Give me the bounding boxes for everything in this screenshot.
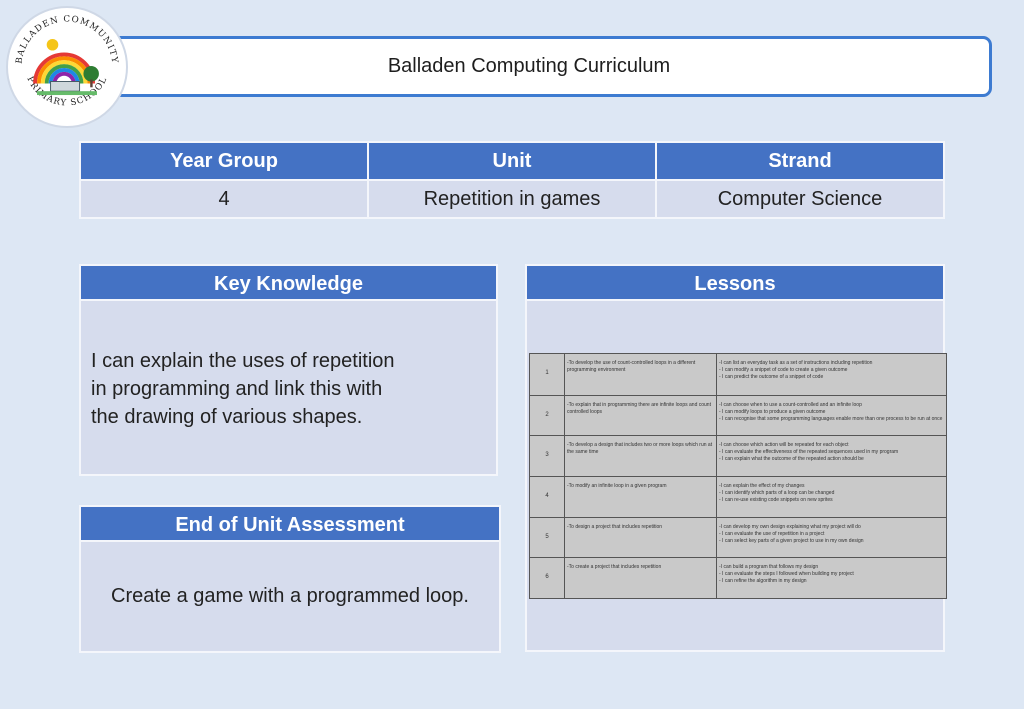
- overview-table: Year Group Unit Strand 4 Repetition in g…: [79, 141, 945, 219]
- lesson-objective: -To design a project that includes repet…: [564, 517, 716, 558]
- lesson-outcomes: -I can explain the effect of my changes …: [716, 477, 946, 517]
- lesson-outcome: -I can list an everyday task as a set of…: [719, 360, 873, 366]
- school-logo-graphic: BALLADEN COMMUNITY PRIMARY SCHOOL: [15, 15, 119, 109]
- lesson-outcome: - I can explain what the outcome of the …: [719, 456, 864, 463]
- header-unit: Unit: [367, 141, 657, 181]
- lesson-outcome: -I can choose which action will be repea…: [719, 442, 849, 449]
- lesson-row: 2 -To explain that in programming there …: [530, 394, 946, 436]
- lesson-row: 4 -To modify an infinite loop in a given…: [530, 476, 946, 517]
- key-knowledge-line: I can explain the uses of repetition: [91, 350, 395, 372]
- lesson-number: 2: [545, 411, 549, 418]
- lesson-row: 5 -To design a project that includes rep…: [530, 516, 946, 558]
- lesson-number: 5: [545, 533, 549, 540]
- lesson-outcome: -I can build a program that follows my d…: [719, 564, 819, 571]
- lessons-heading: Lessons: [525, 264, 945, 301]
- lesson-row: 3 -To develop a design that includes two…: [530, 435, 946, 476]
- assessment-panel: End of Unit Assessment Create a game wit…: [79, 505, 501, 653]
- lessons-table: 1 -To develop the use of count-controlle…: [529, 353, 947, 599]
- lessons-body: 1 -To develop the use of count-controlle…: [525, 301, 947, 652]
- lessons-panel: Lessons 1 -To develop the use of count-c…: [525, 264, 947, 652]
- lesson-outcome: - I can refine the algorithm in my desig…: [719, 578, 807, 585]
- lesson-outcomes: -I can choose which action will be repea…: [716, 436, 946, 476]
- assessment-heading: End of Unit Assessment: [79, 505, 501, 542]
- lesson-objective: -To develop a design that includes two o…: [564, 436, 716, 476]
- header-strand: Strand: [655, 141, 945, 181]
- lesson-outcomes: -I can develop my own design explaining …: [716, 517, 946, 558]
- year-group-value: 4: [79, 179, 369, 219]
- lesson-number: 3: [545, 452, 549, 459]
- school-logo: BALLADEN COMMUNITY PRIMARY SCHOOL: [6, 6, 128, 128]
- lesson-outcome: - I can identify which parts of a loop c…: [719, 490, 835, 496]
- page-title: Balladen Computing Curriculum: [387, 55, 671, 77]
- lesson-outcome: - I can evaluate the use of repetition i…: [719, 530, 825, 537]
- key-knowledge-line: the drawing of various shapes.: [91, 406, 363, 428]
- lesson-outcomes: -I can build a program that follows my d…: [716, 558, 946, 598]
- lesson-outcome: - I can recognise that some programming …: [719, 415, 943, 422]
- lesson-outcome: - I can evaluate the effectiveness of th…: [719, 449, 899, 456]
- lesson-outcome: - I can predict the outcome of a snippet…: [719, 374, 824, 380]
- lesson-outcome: - I can modify loops to produce a given …: [719, 408, 826, 415]
- lesson-objective: -To create a project that includes repet…: [564, 558, 716, 598]
- lesson-outcomes: -I can list an everyday task as a set of…: [716, 354, 946, 395]
- key-knowledge-body: I can explain the uses of repetition in …: [79, 301, 498, 476]
- key-knowledge-heading: Key Knowledge: [79, 264, 498, 301]
- lesson-outcome: - I can evaluate the steps I followed wh…: [719, 571, 854, 578]
- lesson-outcome: - I can modify a snippet of code to crea…: [719, 367, 848, 373]
- lesson-number: 6: [545, 574, 549, 581]
- lesson-row: 6 -To create a project that includes rep…: [530, 557, 946, 598]
- lesson-objective: -To explain that in programming there ar…: [564, 395, 716, 436]
- assessment-body: Create a game with a programmed loop.: [79, 542, 501, 653]
- lesson-outcome: - I can re-use existing code snippets on…: [719, 497, 833, 503]
- title-bar: Balladen Computing Curriculum: [66, 36, 992, 97]
- header-year-group: Year Group: [79, 141, 369, 181]
- lesson-outcomes: -I can choose when to use a count-contro…: [716, 395, 946, 436]
- lesson-outcome: -I can develop my own design explaining …: [719, 523, 861, 530]
- lesson-outcome: -I can choose when to use a count-contro…: [719, 401, 862, 408]
- key-knowledge-line: in programming and link this with: [91, 378, 383, 400]
- key-knowledge-panel: Key Knowledge I can explain the uses of …: [79, 264, 498, 476]
- lesson-row: 1 -To develop the use of count-controlle…: [530, 354, 946, 395]
- lesson-number: 1: [545, 370, 549, 376]
- lesson-objective: -To modify an infinite loop in a given p…: [564, 477, 716, 517]
- lesson-outcome: -I can explain the effect of my changes: [719, 483, 805, 489]
- lesson-objective: -To develop the use of count-controlled …: [564, 354, 716, 395]
- strand-value: Computer Science: [655, 179, 945, 219]
- unit-value: Repetition in games: [367, 179, 657, 219]
- assessment-text: Create a game with a programmed loop.: [111, 585, 469, 607]
- lesson-outcome: - I can select key parts of a given proj…: [719, 537, 864, 544]
- lesson-number: 4: [545, 493, 549, 499]
